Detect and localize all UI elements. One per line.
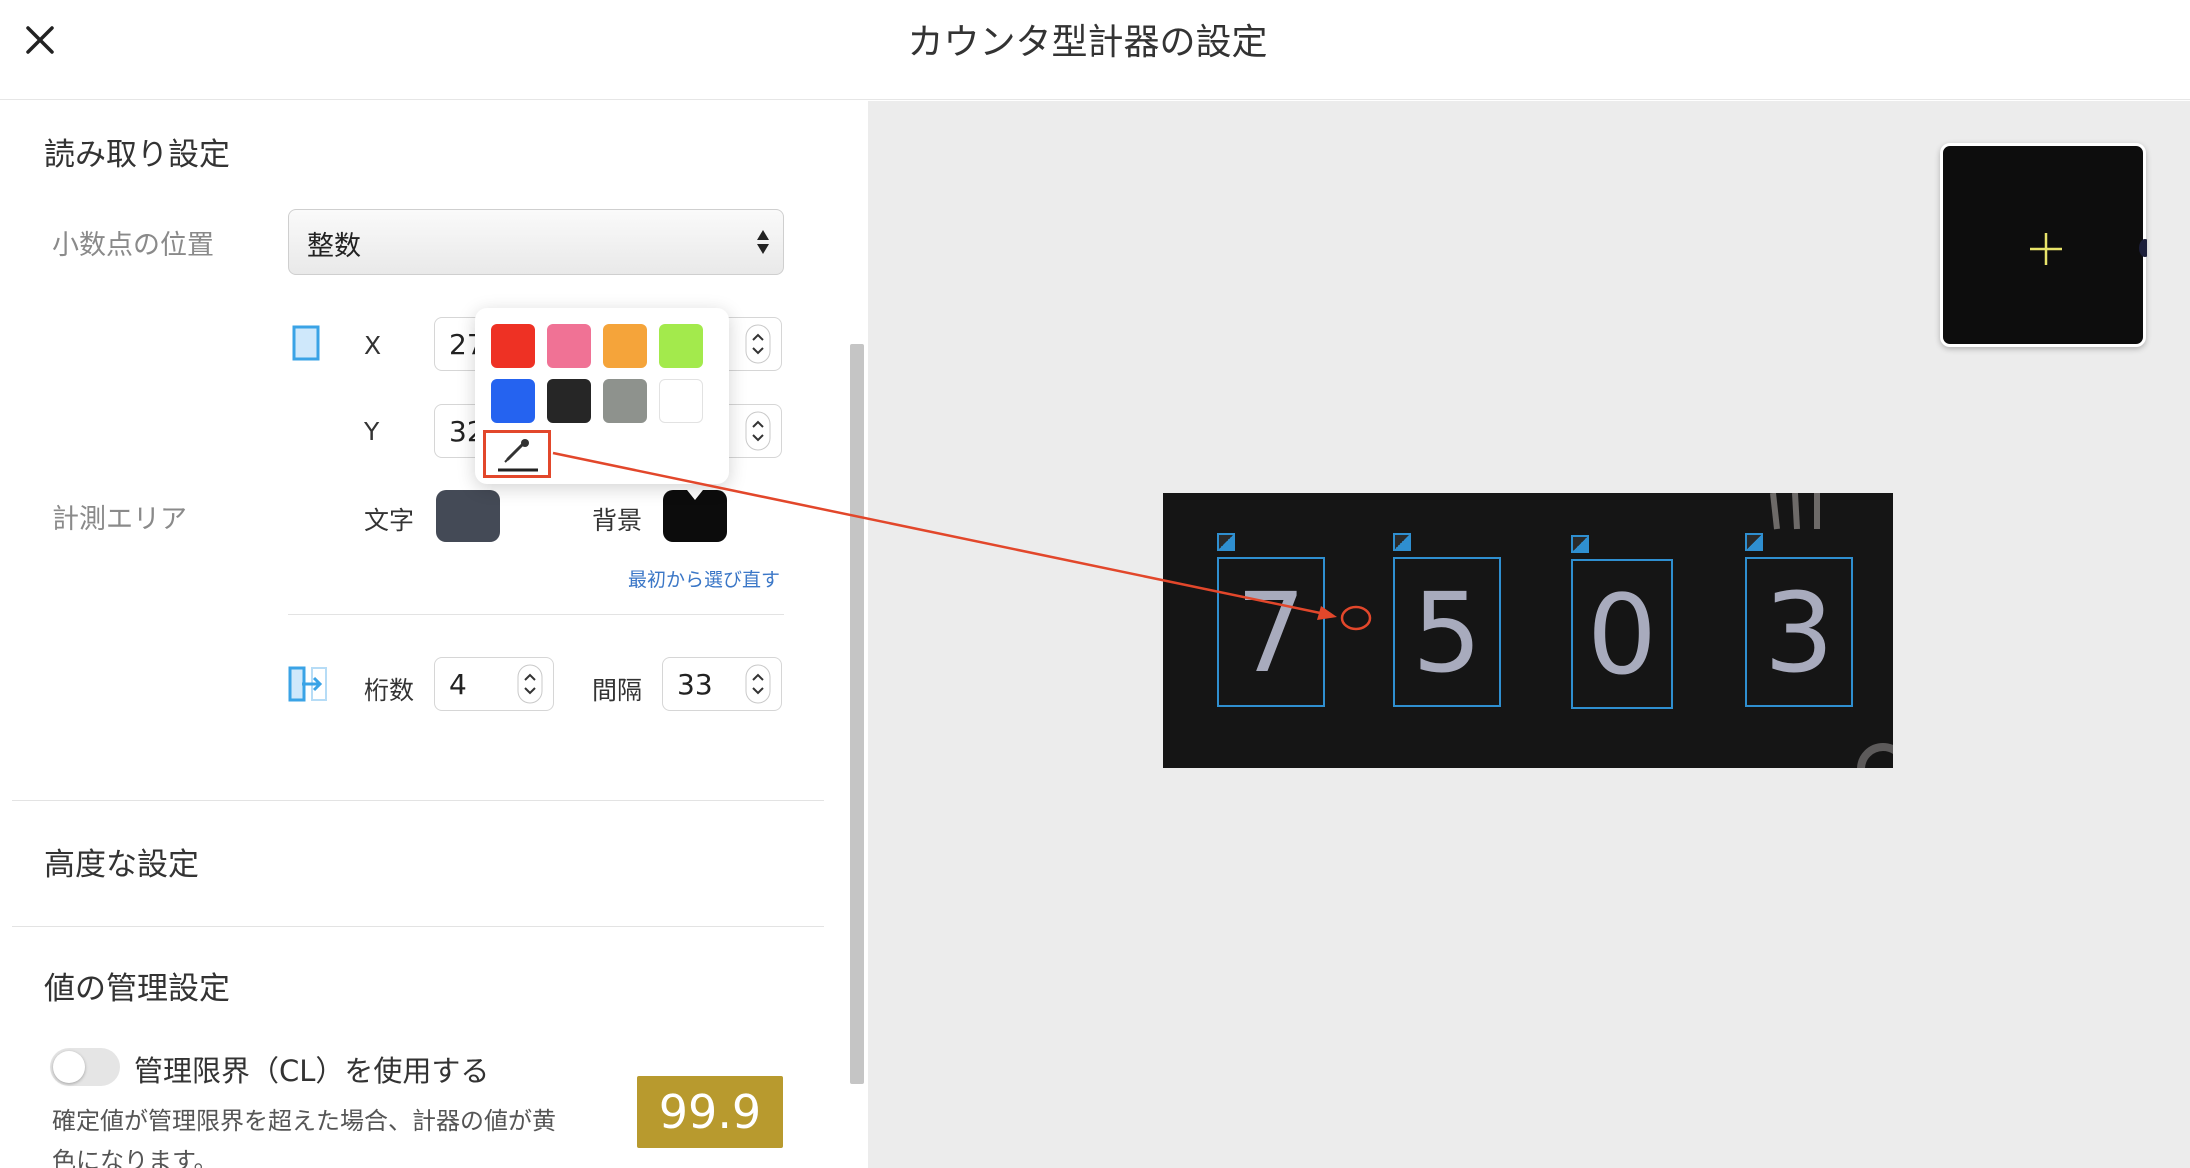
color-chip-black[interactable]	[547, 379, 591, 423]
decimal-position-label: 小数点の位置	[52, 230, 214, 261]
x-label: X	[364, 331, 382, 360]
color-chip-pink[interactable]	[547, 324, 591, 368]
digits-value: 4	[449, 668, 467, 701]
value-management-title: 値の管理設定	[44, 971, 230, 1007]
cl-toggle-label: 管理限界（CL）を使用する	[134, 1054, 490, 1088]
section-divider-2	[12, 926, 824, 927]
digits-label: 桁数	[364, 676, 415, 705]
area-divider	[288, 614, 784, 615]
meter-image[interactable]: 7 5 0 3	[1163, 493, 1893, 768]
x-stepper-icon[interactable]	[745, 324, 771, 364]
digit-handle-1[interactable]	[1217, 533, 1235, 551]
spacing-label: 間隔	[592, 676, 643, 705]
reselect-link[interactable]: 最初から選び直す	[628, 565, 780, 592]
meter-corner-mark	[1857, 743, 1893, 768]
header: カウンタ型計器の設定	[0, 0, 2190, 100]
digit-handle-4[interactable]	[1745, 533, 1763, 551]
meter-tick-marks	[1770, 493, 1820, 530]
section-divider-1	[12, 800, 824, 801]
digit-box-1[interactable]: 7	[1217, 557, 1325, 707]
decimal-position-select[interactable]: 整数	[288, 209, 784, 275]
settings-panel: 読み取り設定 小数点の位置 整数 X 27 Y 32 計測エリア 文字 背景 最…	[0, 101, 868, 1168]
digit-box-2[interactable]: 5	[1393, 557, 1501, 707]
area-position-icon	[292, 325, 320, 361]
decimal-position-value: 整数	[307, 231, 361, 262]
advanced-settings-title[interactable]: 高度な設定	[44, 839, 199, 884]
measure-area-label: 計測エリア	[52, 504, 187, 535]
minimap[interactable]	[1940, 143, 2147, 347]
cl-toggle[interactable]	[50, 1048, 120, 1086]
reading-settings-title: 読み取り設定	[44, 137, 230, 173]
crosshair-icon	[2030, 233, 2062, 265]
color-chip-gray[interactable]	[603, 379, 647, 423]
text-color-swatch[interactable]	[436, 490, 500, 542]
eyedropper-button[interactable]	[483, 430, 551, 478]
digit-handle-3[interactable]	[1571, 535, 1589, 553]
digits-stepper-icon[interactable]	[517, 664, 543, 704]
cl-description: 確定値が管理限界を超えた場合、計器の値が黄色になります。	[52, 1107, 556, 1168]
digit-box-4[interactable]: 3	[1745, 557, 1853, 707]
y-stepper-icon[interactable]	[745, 411, 771, 451]
digit-box-3[interactable]: 0	[1571, 559, 1673, 709]
minimap-edge-mark	[2139, 239, 2147, 257]
digit-4: 3	[1764, 569, 1834, 697]
color-chip-green[interactable]	[659, 324, 703, 368]
text-color-label: 文字	[364, 506, 415, 535]
spacing-stepper-icon[interactable]	[745, 664, 771, 704]
digit-handle-2[interactable]	[1393, 533, 1411, 551]
bg-swatch-notch	[687, 490, 703, 500]
digit-2: 5	[1412, 569, 1482, 697]
digit-3: 0	[1587, 571, 1657, 699]
spacing-input[interactable]: 33	[662, 657, 782, 711]
color-chip-blue[interactable]	[491, 379, 535, 423]
select-arrows-icon	[757, 230, 769, 254]
color-chip-red[interactable]	[491, 324, 535, 368]
color-picker-popover	[475, 308, 729, 484]
y-label: Y	[364, 417, 380, 446]
page-title: カウンタ型計器の設定	[907, 22, 1268, 63]
color-chip-white[interactable]	[659, 379, 703, 423]
eyedropper-icon	[498, 439, 538, 472]
spacing-value: 33	[677, 668, 713, 701]
panel-scrollbar[interactable]	[850, 344, 864, 1084]
digit-count-icon	[288, 666, 327, 702]
bg-color-label: 背景	[592, 506, 643, 535]
digit-1: 7	[1236, 569, 1306, 697]
digits-input[interactable]: 4	[434, 657, 554, 711]
color-chip-orange[interactable]	[603, 324, 647, 368]
cl-value-badge: 99.9	[637, 1076, 783, 1148]
cl-toggle-knob	[53, 1051, 85, 1083]
